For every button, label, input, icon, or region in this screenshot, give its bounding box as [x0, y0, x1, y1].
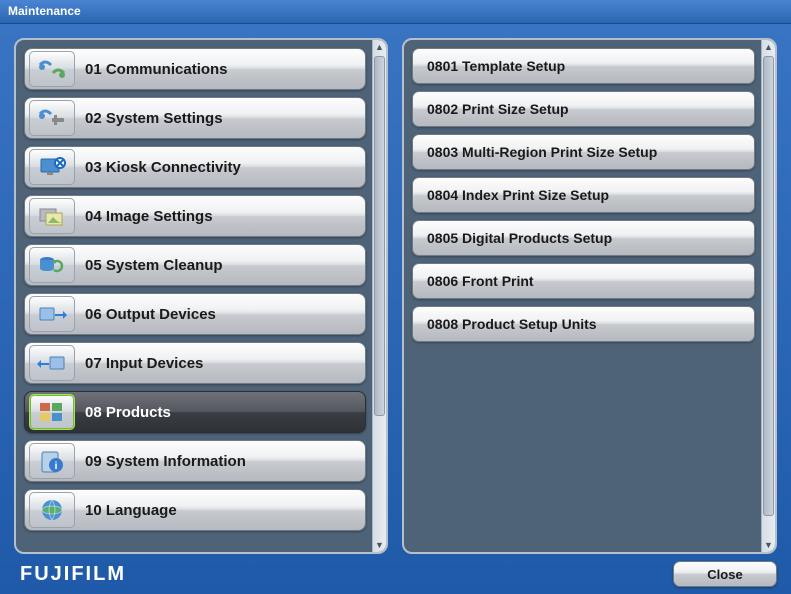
language-icon [29, 492, 75, 528]
main-menu-label: 06 Output Devices [85, 306, 216, 323]
main-menu-item-04[interactable]: 04 Image Settings [24, 195, 366, 237]
kiosk-connectivity-icon [29, 149, 75, 185]
main-menu-item-03[interactable]: 03 Kiosk Connectivity [24, 146, 366, 188]
sub-menu-item-0803[interactable]: 0803 Multi-Region Print Size Setup [412, 134, 755, 170]
sub-menu-item-0805[interactable]: 0805 Digital Products Setup [412, 220, 755, 256]
output-devices-icon [29, 296, 75, 332]
main-menu-label: 04 Image Settings [85, 208, 213, 225]
main-menu-label: 05 System Cleanup [85, 257, 223, 274]
close-button-label: Close [707, 567, 742, 582]
main-menu-item-06[interactable]: 06 Output Devices [24, 293, 366, 335]
system-cleanup-icon [29, 247, 75, 283]
main-menu-item-07[interactable]: 07 Input Devices [24, 342, 366, 384]
main-menu-label: 02 System Settings [85, 110, 223, 127]
scroll-down-icon[interactable]: ▼ [373, 538, 386, 552]
main-menu-list: 01 Communications 02 System Settings 03 Ki… [16, 40, 372, 552]
scroll-down-icon[interactable]: ▼ [762, 538, 775, 552]
main-menu-item-05[interactable]: 05 System Cleanup [24, 244, 366, 286]
sub-menu-label: 0801 Template Setup [427, 58, 565, 74]
scroll-up-icon[interactable]: ▲ [373, 40, 386, 54]
sub-menu-panel: 0801 Template Setup 0802 Print Size Setup… [402, 38, 777, 554]
sub-menu-label: 0806 Front Print [427, 273, 534, 289]
main-menu-item-08[interactable]: 08 Products [24, 391, 366, 433]
system-information-icon [29, 443, 75, 479]
main-menu-label: 10 Language [85, 502, 177, 519]
sub-menu-item-0802[interactable]: 0802 Print Size Setup [412, 91, 755, 127]
sub-menu-label: 0802 Print Size Setup [427, 101, 569, 117]
main-menu-label: 07 Input Devices [85, 355, 203, 372]
image-settings-icon [29, 198, 75, 234]
main-menu-item-01[interactable]: 01 Communications [24, 48, 366, 90]
sub-menu-label: 0805 Digital Products Setup [427, 230, 612, 246]
sub-menu-label: 0804 Index Print Size Setup [427, 187, 609, 203]
scroll-thumb[interactable] [374, 56, 385, 416]
main-menu-item-09[interactable]: 09 System Information [24, 440, 366, 482]
main-menu-label: 01 Communications [85, 61, 228, 78]
scroll-thumb[interactable] [763, 56, 774, 516]
window-title: Maintenance [8, 4, 81, 18]
main-menu-scrollbar[interactable]: ▲ ▼ [372, 40, 386, 552]
sub-menu-item-0808[interactable]: 0808 Product Setup Units [412, 306, 755, 342]
main-menu-label: 08 Products [85, 404, 171, 421]
products-icon [29, 394, 75, 430]
system-settings-icon [29, 100, 75, 136]
communications-icon [29, 51, 75, 87]
sub-menu-item-0806[interactable]: 0806 Front Print [412, 263, 755, 299]
sub-menu-label: 0803 Multi-Region Print Size Setup [427, 144, 657, 160]
input-devices-icon [29, 345, 75, 381]
main-menu-item-10[interactable]: 10 Language [24, 489, 366, 531]
footer: FUJIFILM Close [0, 560, 791, 594]
brand-logo: FUJIFILM [20, 563, 126, 586]
sub-menu-item-0804[interactable]: 0804 Index Print Size Setup [412, 177, 755, 213]
sub-menu-label: 0808 Product Setup Units [427, 316, 597, 332]
window-titlebar: Maintenance [0, 0, 791, 24]
main-menu-label: 03 Kiosk Connectivity [85, 159, 241, 176]
sub-menu-scrollbar[interactable]: ▲ ▼ [761, 40, 775, 552]
scroll-up-icon[interactable]: ▲ [762, 40, 775, 54]
main-menu-label: 09 System Information [85, 453, 246, 470]
main-menu-item-02[interactable]: 02 System Settings [24, 97, 366, 139]
workarea: 01 Communications 02 System Settings 03 Ki… [0, 24, 791, 560]
main-menu-panel: 01 Communications 02 System Settings 03 Ki… [14, 38, 388, 554]
sub-menu-item-0801[interactable]: 0801 Template Setup [412, 48, 755, 84]
close-button[interactable]: Close [673, 561, 777, 587]
sub-menu-list: 0801 Template Setup 0802 Print Size Setup… [404, 40, 761, 552]
